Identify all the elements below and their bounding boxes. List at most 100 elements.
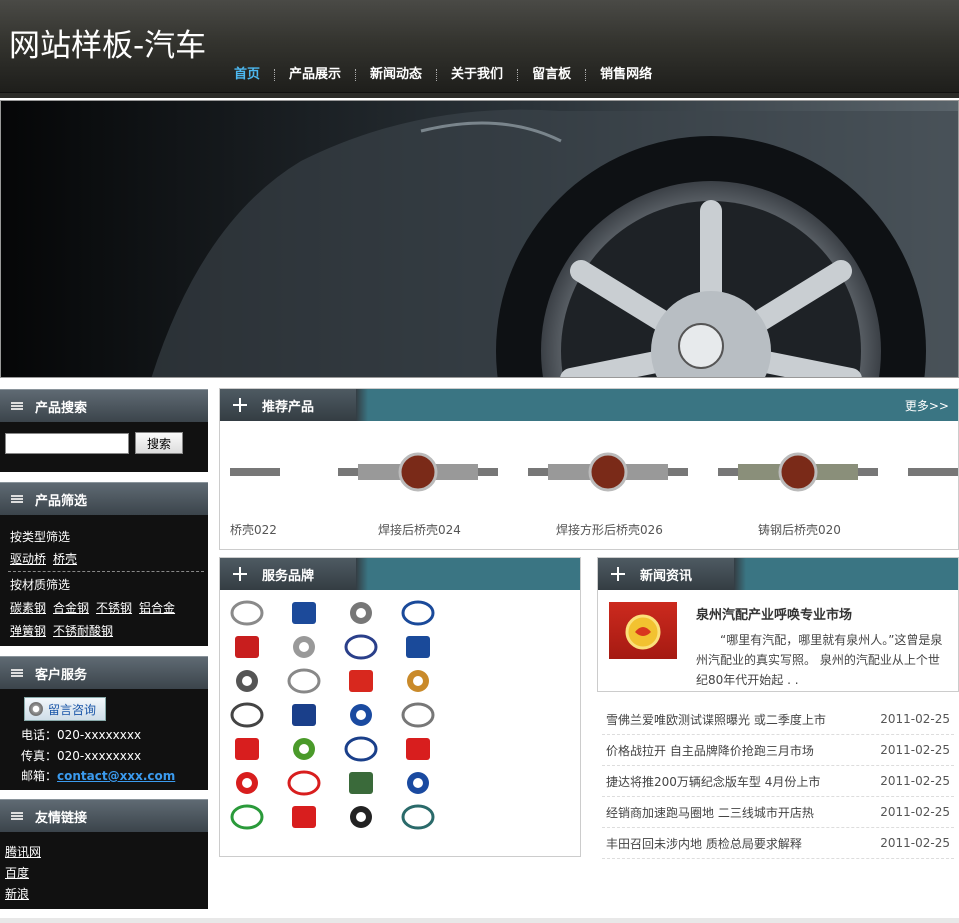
subaru-logo[interactable] — [344, 804, 378, 830]
news-item-date: 2011-02-25 — [880, 805, 950, 819]
honda-logo[interactable] — [230, 668, 264, 694]
toyota-logo[interactable] — [230, 600, 264, 626]
news-headline[interactable]: 泉州汽配产业呼唤专业市场 — [696, 604, 852, 623]
news-title: 新闻资讯 — [640, 568, 693, 584]
filter-by-material-label: 按材质筛选 — [10, 578, 71, 592]
product-name: 铸钢后桥壳020 — [758, 523, 841, 537]
logo-red-square[interactable] — [230, 770, 264, 796]
brand-logo-icon — [235, 636, 259, 658]
daihatsu-logo[interactable] — [287, 770, 321, 796]
menu-icon — [11, 812, 23, 820]
filter-link-carbon-steel[interactable]: 碳素钢 — [10, 599, 46, 616]
brand-logo-icon — [344, 634, 378, 660]
bmw-logo[interactable] — [287, 702, 321, 728]
citroen-logo[interactable] — [344, 668, 378, 694]
product-item[interactable]: 焊接后桥壳024 — [338, 429, 508, 539]
volvo-logo[interactable] — [344, 702, 378, 728]
suzuki-logo[interactable] — [230, 804, 264, 830]
mazda-logo[interactable] — [230, 702, 264, 728]
menu-icon — [11, 402, 23, 410]
site-title: 网站样板-汽车 — [9, 28, 207, 64]
friend-links-box: 友情链接 腾讯网 百度 新浪 — [0, 799, 208, 909]
brand-logo-icon — [401, 702, 435, 728]
nissan-logo[interactable] — [230, 634, 264, 660]
brand-logo-icon — [344, 736, 378, 762]
peugeot-logo[interactable] — [344, 634, 378, 660]
mitsubishi-logo[interactable] — [230, 736, 264, 762]
brand-logo-icon — [407, 772, 429, 794]
product-item[interactable]: 焊接方形后桥壳026 — [528, 429, 698, 539]
news-panel: 新闻资讯 泉州汽配产业呼唤专业市场 “哪里有汽配，哪里就有泉州人。”这曾是泉州汽… — [597, 557, 959, 692]
saab-logo[interactable] — [344, 736, 378, 762]
filter-by-type-label: 按类型筛选 — [10, 530, 71, 544]
nav-products[interactable]: 产品展示 — [275, 67, 355, 83]
audi-logo[interactable] — [287, 634, 321, 660]
message-icon — [29, 702, 43, 716]
news-item-date: 2011-02-25 — [880, 836, 950, 850]
brand-logo-icon — [287, 668, 321, 694]
recommended-products-header: 推荐产品 更多>> — [220, 389, 958, 421]
filter-link-axle-housing[interactable]: 桥壳 — [53, 550, 77, 567]
filter-link-alloy-steel[interactable]: 合金钢 — [53, 599, 89, 616]
more-products-link[interactable]: 更多>> — [905, 397, 949, 414]
news-list-item[interactable]: 丰田召回未涉内地 质检总局要求解释 2011-02-25 — [602, 828, 954, 859]
filter-link-acid-resistant-steel[interactable]: 不锈耐酸钢 — [53, 622, 113, 639]
ford-logo[interactable] — [401, 634, 435, 660]
daewoo-logo[interactable] — [401, 804, 435, 830]
search-input[interactable] — [5, 433, 129, 454]
search-button[interactable]: 搜索 — [135, 432, 183, 454]
move-icon — [233, 398, 247, 412]
product-name: 焊接方形后桥壳026 — [556, 523, 663, 537]
news-list-item[interactable]: 雪佛兰爱唯欧测试谍照曝光 或二季度上市 2011-02-25 — [602, 704, 954, 735]
nav-home[interactable]: 首页 — [220, 67, 274, 83]
service-brands-tab: 服务品牌 — [220, 558, 368, 590]
product-image — [230, 468, 280, 476]
gm-logo[interactable] — [401, 600, 435, 626]
mercedes-logo[interactable] — [287, 668, 321, 694]
opel-logo[interactable] — [401, 702, 435, 728]
opel-green-logo[interactable] — [287, 736, 321, 762]
renault-logo[interactable] — [344, 600, 378, 626]
filter-link-stainless-steel[interactable]: 不锈钢 — [96, 599, 132, 616]
brand-logo-icon — [230, 600, 264, 626]
nav-about[interactable]: 关于我们 — [437, 67, 517, 83]
volkswagen-logo[interactable] — [287, 600, 321, 626]
kia-logo[interactable] — [401, 736, 435, 762]
news-item-date: 2011-02-25 — [880, 774, 950, 788]
news-thumbnail[interactable] — [609, 602, 677, 659]
brand-logo-icon — [401, 600, 435, 626]
nav-guestbook[interactable]: 留言板 — [518, 67, 585, 83]
product-name: 焊接后桥壳024 — [378, 523, 461, 537]
news-list-item[interactable]: 捷达将推200万辆纪念版车型 4月份上市 2011-02-25 — [602, 766, 954, 797]
news-list-item[interactable]: 价格战拉开 自主品牌降价抢跑三月市场 2011-02-25 — [602, 735, 954, 766]
brand-logo-icon — [230, 804, 264, 830]
hino-logo[interactable] — [287, 804, 321, 830]
filter-link-spring-steel[interactable]: 弹簧钢 — [10, 622, 46, 639]
nav-news[interactable]: 新闻动态 — [356, 67, 436, 83]
chrysler-logo[interactable] — [401, 668, 435, 694]
email-label: 邮箱： — [21, 769, 58, 783]
filter-link-aluminium-alloy[interactable]: 铝合金 — [139, 599, 175, 616]
email-link[interactable]: contact@xxx.com — [57, 769, 175, 783]
brand-logo-icon — [401, 804, 435, 830]
brand-logo-icon — [235, 738, 259, 760]
product-item[interactable]: 桥壳022 — [230, 429, 290, 539]
message-consult-button[interactable]: 留言咨询 — [24, 697, 106, 721]
nav-sales-network[interactable]: 销售网络 — [586, 67, 666, 83]
email-line: 邮箱：contact@xxx.com — [21, 767, 175, 784]
land-rover-logo[interactable] — [344, 770, 378, 796]
friend-link-baidu[interactable]: 百度 — [5, 864, 29, 881]
filter-link-drive-axle[interactable]: 驱动桥 — [10, 550, 46, 567]
brand-logo-icon — [350, 704, 372, 726]
news-list: 雪佛兰爱唯欧测试谍照曝光 或二季度上市 2011-02-25 价格战拉开 自主品牌… — [602, 704, 954, 859]
menu-icon — [11, 495, 23, 503]
product-filter-box: 产品筛选 按类型筛选 驱动桥 桥壳 按材质筛选 碳素钢 合金钢 不锈钢 铝合金 … — [0, 482, 208, 646]
product-item[interactable]: 铸钢后桥壳020 — [718, 429, 888, 539]
service-brands-header: 服务品牌 — [220, 558, 580, 590]
product-item[interactable] — [908, 429, 958, 539]
friend-link-tencent[interactable]: 腾讯网 — [5, 843, 41, 860]
brand-logo-icon — [236, 670, 258, 692]
friend-link-sina[interactable]: 新浪 — [5, 885, 29, 902]
news-list-item[interactable]: 经销商加速跑马圈地 二三线城市开店热 2011-02-25 — [602, 797, 954, 828]
hyundai-logo[interactable] — [401, 770, 435, 796]
